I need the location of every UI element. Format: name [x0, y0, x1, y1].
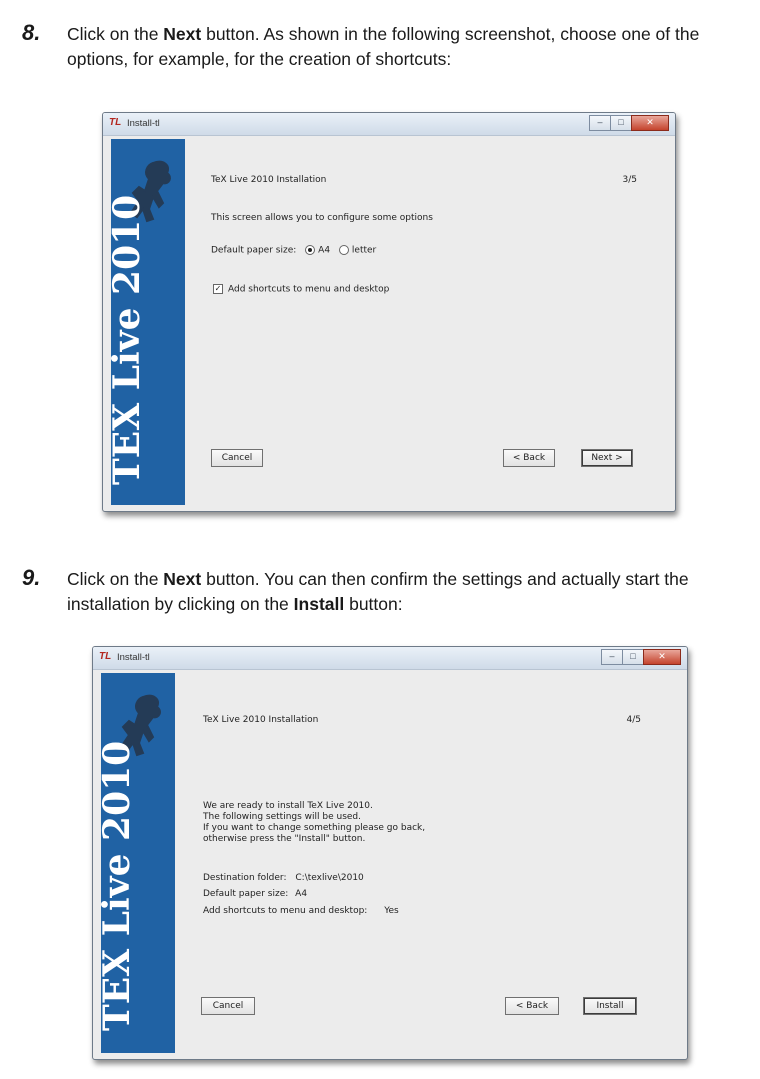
cancel-button[interactable]: Cancel: [201, 997, 255, 1015]
destination-row: Destination folder: C:\texlive\2010: [203, 873, 364, 883]
paper-size-row: Default paper size: A4: [203, 889, 307, 899]
shortcut-value: Yes: [384, 906, 399, 916]
intro-text: This screen allows you to configure some…: [211, 213, 433, 223]
step-text: Click on the Next button. As shown in th…: [67, 24, 700, 69]
wizard-content: TeX Live 2010 Installation 3/5 This scre…: [185, 139, 667, 505]
tex-logo-icon: TL: [109, 117, 122, 128]
radio-a4[interactable]: [305, 245, 316, 255]
step-counter: 3/5: [622, 175, 637, 185]
step-number: 8.: [22, 20, 41, 45]
maximize-icon[interactable]: □: [622, 649, 644, 665]
destination-value: C:\texlive\2010: [295, 873, 364, 883]
cancel-button[interactable]: Cancel: [211, 449, 263, 467]
next-button[interactable]: Next >: [581, 449, 633, 467]
shortcut-label: Add shortcuts to menu and desktop:: [203, 906, 368, 916]
back-button[interactable]: < Back: [505, 997, 559, 1015]
tex-live-sidebar: TEX Live 2010: [101, 673, 175, 1053]
back-button[interactable]: < Back: [503, 449, 555, 467]
shortcut-checkbox[interactable]: ✓: [213, 284, 223, 294]
close-icon[interactable]: ✕: [631, 115, 669, 131]
title-bar[interactable]: TL Install-tl – □ ✕: [93, 647, 687, 670]
radio-letter[interactable]: [338, 245, 349, 255]
window-title: Install-tl: [117, 652, 150, 663]
step-number: 9.: [22, 565, 41, 590]
minimize-icon[interactable]: –: [589, 115, 611, 131]
paper-size-value: A4: [295, 889, 308, 899]
install-button[interactable]: Install: [583, 997, 637, 1015]
paper-size-label: Default paper size:: [211, 245, 297, 256]
title-bar[interactable]: TL Install-tl – □ ✕: [103, 113, 675, 136]
window-controls: – □ ✕: [589, 115, 669, 131]
paper-size-label: Default paper size:: [203, 889, 289, 899]
maximize-icon[interactable]: □: [610, 115, 632, 131]
paper-size-row: Default paper size: A4 letter: [211, 245, 376, 256]
sidebar-title: TEX Live 2010: [101, 740, 138, 1031]
window-controls: – □ ✕: [601, 649, 681, 665]
wizard-heading: TeX Live 2010 Installation: [211, 175, 327, 185]
installer-window: TL Install-tl – □ ✕ TEX Live 2010 TeX Li…: [102, 112, 676, 512]
installer-window: TL Install-tl – □ ✕ TEX Live 2010 TeX Li…: [92, 646, 688, 1060]
tex-live-sidebar: TEX Live 2010: [111, 139, 185, 505]
close-icon[interactable]: ✕: [643, 649, 681, 665]
step-counter: 4/5: [626, 715, 641, 725]
shortcut-row: Add shortcuts to menu and desktop: Yes: [203, 906, 399, 916]
radio-a4-label: A4: [318, 245, 331, 256]
wizard-content: TeX Live 2010 Installation 4/5 We are re…: [175, 673, 679, 1053]
shortcut-label: Add shortcuts to menu and desktop: [228, 284, 390, 295]
shortcut-row: ✓ Add shortcuts to menu and desktop: [213, 284, 389, 295]
destination-label: Destination folder:: [203, 873, 287, 883]
minimize-icon[interactable]: –: [601, 649, 623, 665]
ready-message: We are ready to install TeX Live 2010. T…: [203, 801, 426, 844]
tex-logo-icon: TL: [99, 651, 112, 662]
wizard-heading: TeX Live 2010 Installation: [203, 715, 319, 725]
window-title: Install-tl: [127, 118, 160, 129]
sidebar-title: TEX Live 2010: [111, 194, 148, 485]
radio-letter-label: letter: [351, 245, 377, 256]
step-text: Click on the Next button. You can then c…: [67, 569, 689, 614]
